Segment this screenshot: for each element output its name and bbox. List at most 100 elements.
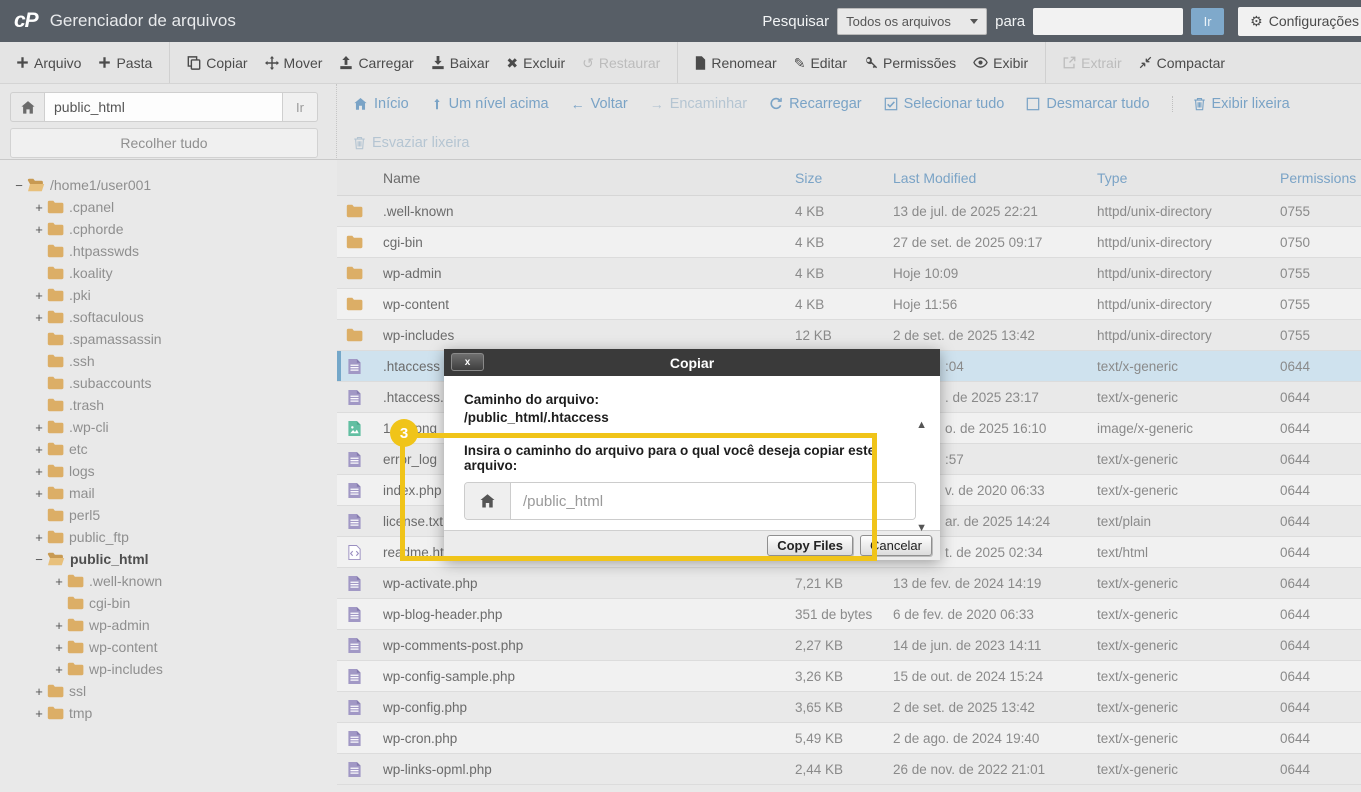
folder-icon	[337, 235, 371, 249]
tree-expander[interactable]: +	[52, 618, 66, 633]
tree-item-well-known[interactable]: + .well-known	[0, 570, 337, 592]
toolbar-item-baixar[interactable]: Baixar	[431, 42, 489, 83]
caret-down-icon[interactable]: ▼	[916, 522, 927, 534]
tree-expander[interactable]: +	[32, 486, 46, 501]
tree-item-wp-includes[interactable]: + wp-includes	[0, 658, 337, 680]
tree-item-wp-content[interactable]: + wp-content	[0, 636, 337, 658]
tree-item-trash[interactable]: .trash	[0, 394, 337, 416]
tree-expander[interactable]: +	[32, 222, 46, 237]
column-header-type[interactable]: Type	[1097, 170, 1280, 186]
toolbar-item-extrair[interactable]: Extrair	[1045, 42, 1122, 83]
search-scope-select[interactable]: Todos os arquivos	[837, 7, 988, 35]
toolbar-item-pasta[interactable]: Pasta	[98, 42, 152, 83]
tree-expander[interactable]: +	[32, 530, 46, 545]
home-button[interactable]	[10, 92, 45, 122]
tree-expander[interactable]: −	[32, 552, 46, 567]
tree-item-wp-admin[interactable]: + wp-admin	[0, 614, 337, 636]
search-input[interactable]	[1033, 7, 1184, 35]
tree-expander[interactable]: +	[32, 464, 46, 479]
tree-item-subaccounts[interactable]: .subaccounts	[0, 372, 337, 394]
table-row-cgi-bin[interactable]: cgi-bin 4 KB 27 de set. de 2025 09:17 ht…	[337, 227, 1361, 258]
column-header-size[interactable]: Size	[795, 170, 893, 186]
tree-item-ssh[interactable]: .ssh	[0, 350, 337, 372]
tree-item-htpasswds[interactable]: .htpasswds	[0, 240, 337, 262]
tree-item-public-html[interactable]: − public_html	[0, 548, 337, 570]
nav-item-encaminhar[interactable]: → Encaminhar	[650, 96, 747, 112]
table-row-wp-includes[interactable]: wp-includes 12 KB 2 de set. de 2025 13:4…	[337, 320, 1361, 351]
tree-expander[interactable]: +	[32, 288, 46, 303]
column-header-permissions[interactable]: Permissions	[1280, 170, 1361, 186]
search-go-button[interactable]: Ir	[1191, 7, 1225, 35]
tree-item-koality[interactable]: .koality	[0, 262, 337, 284]
tree-expander[interactable]: +	[32, 310, 46, 325]
table-row-wp-content[interactable]: wp-content 4 KB Hoje 11:56 httpd/unix-di…	[337, 289, 1361, 320]
file-icon	[337, 637, 371, 653]
tree-expander[interactable]: +	[32, 684, 46, 699]
table-row-wp-links-opml-php[interactable]: wp-links-opml.php 2,44 KB 26 de nov. de …	[337, 754, 1361, 785]
close-button[interactable]: x	[451, 353, 484, 371]
tree-item-spamassassin[interactable]: .spamassassin	[0, 328, 337, 350]
table-row-wp-comments-post-php[interactable]: wp-comments-post.php 2,27 KB 14 de jun. …	[337, 630, 1361, 661]
cancel-button[interactable]: Cancelar	[859, 535, 932, 556]
tree-item-wp-cli[interactable]: + .wp-cli	[0, 416, 337, 438]
settings-button[interactable]: ⚙ Configurações	[1238, 6, 1361, 36]
tree-item-pki[interactable]: + .pki	[0, 284, 337, 306]
tree-expander[interactable]: +	[52, 640, 66, 655]
file-last-modified: 2 de set. de 2025 13:42	[893, 699, 1035, 715]
nav-item-in-cio[interactable]: Início	[353, 96, 409, 112]
copy-files-button[interactable]: Copy Files	[767, 535, 853, 556]
tree-item-public-ftp[interactable]: + public_ftp	[0, 526, 337, 548]
tree-expander[interactable]: +	[52, 662, 66, 677]
toolbar-item-editar[interactable]: ✎ Editar	[794, 42, 847, 83]
destination-path-input[interactable]	[511, 483, 915, 520]
tree-item-etc[interactable]: + etc	[0, 438, 337, 460]
column-header-last-modified[interactable]: Last Modified	[893, 170, 1097, 186]
toolbar-item-carregar[interactable]: Carregar	[339, 42, 414, 83]
tree-expander[interactable]: +	[32, 420, 46, 435]
nav-item-selecionar-tudo[interactable]: Selecionar tudo	[884, 96, 1004, 112]
caret-up-icon[interactable]: ▲	[916, 419, 927, 431]
tree-expander[interactable]: +	[32, 442, 46, 457]
toolbar-item-mover[interactable]: Mover	[264, 42, 322, 83]
tree-expander[interactable]: +	[32, 200, 46, 215]
column-header-name[interactable]: Name	[371, 170, 795, 186]
tree-expander[interactable]: −	[12, 178, 26, 193]
toolbar-item-renomear[interactable]: Renomear	[677, 42, 777, 83]
tree-item-mail[interactable]: + mail	[0, 482, 337, 504]
tree-item-cphorde[interactable]: + .cphorde	[0, 218, 337, 240]
toolbar-item-compactar[interactable]: Compactar	[1139, 42, 1225, 83]
tree-item-cgi-bin[interactable]: cgi-bin	[0, 592, 337, 614]
toolbar-item-restaurar[interactable]: ↺ Restaurar	[582, 42, 660, 83]
path-go-button[interactable]: Ir	[283, 92, 318, 122]
tree-expander[interactable]: +	[32, 706, 46, 721]
tree-item-softaculous[interactable]: + .softaculous	[0, 306, 337, 328]
tree-item-tmp[interactable]: + tmp	[0, 702, 337, 724]
tree-item-cpanel[interactable]: + .cpanel	[0, 196, 337, 218]
toolbar-item-permiss-es[interactable]: Permissões	[864, 42, 956, 83]
table-row-wp-config-sample-php[interactable]: wp-config-sample.php 3,26 KB 15 de out. …	[337, 661, 1361, 692]
nav-item-exibir-lixeira[interactable]: Exibir lixeira	[1171, 95, 1290, 112]
collapse-all-button[interactable]: Recolher tudo	[10, 128, 318, 158]
toolbar-item-exibir[interactable]: Exibir	[973, 42, 1028, 83]
table-row-well-known[interactable]: .well-known 4 KB 13 de jul. de 2025 22:2…	[337, 196, 1361, 227]
table-row-wp-config-php[interactable]: wp-config.php 3,65 KB 2 de set. de 2025 …	[337, 692, 1361, 723]
file-type: image/x-generic	[1097, 420, 1194, 436]
toolbar-item-arquivo[interactable]: Arquivo	[16, 42, 81, 83]
toolbar-item-excluir[interactable]: ✖ Excluir	[506, 42, 565, 83]
table-row-wp-cron-php[interactable]: wp-cron.php 5,49 KB 2 de ago. de 2024 19…	[337, 723, 1361, 754]
path-input[interactable]	[45, 92, 283, 122]
nav-item-desmarcar-tudo[interactable]: Desmarcar tudo	[1026, 96, 1150, 112]
nav-item-esvaziar-lixeira[interactable]: Esvaziar lixeira	[353, 135, 470, 151]
table-row-wp-admin[interactable]: wp-admin 4 KB Hoje 10:09 httpd/unix-dire…	[337, 258, 1361, 289]
toolbar-item-copiar[interactable]: Copiar	[169, 42, 248, 83]
tree-expander[interactable]: +	[52, 574, 66, 589]
nav-item-voltar[interactable]: ← Voltar	[571, 96, 628, 112]
nav-item-um-n-vel-acima[interactable]: Um nível acima	[431, 96, 549, 112]
nav-item-recarregar[interactable]: Recarregar	[769, 96, 862, 112]
tree-item-home1-user001[interactable]: − /home1/user001	[0, 174, 337, 196]
tree-item-logs[interactable]: + logs	[0, 460, 337, 482]
table-row-wp-blog-header-php[interactable]: wp-blog-header.php 351 de bytes 6 de fev…	[337, 599, 1361, 630]
tree-item-perl5[interactable]: perl5	[0, 504, 337, 526]
table-row-wp-activate-php[interactable]: wp-activate.php 7,21 KB 13 de fev. de 20…	[337, 568, 1361, 599]
tree-item-ssl[interactable]: + ssl	[0, 680, 337, 702]
